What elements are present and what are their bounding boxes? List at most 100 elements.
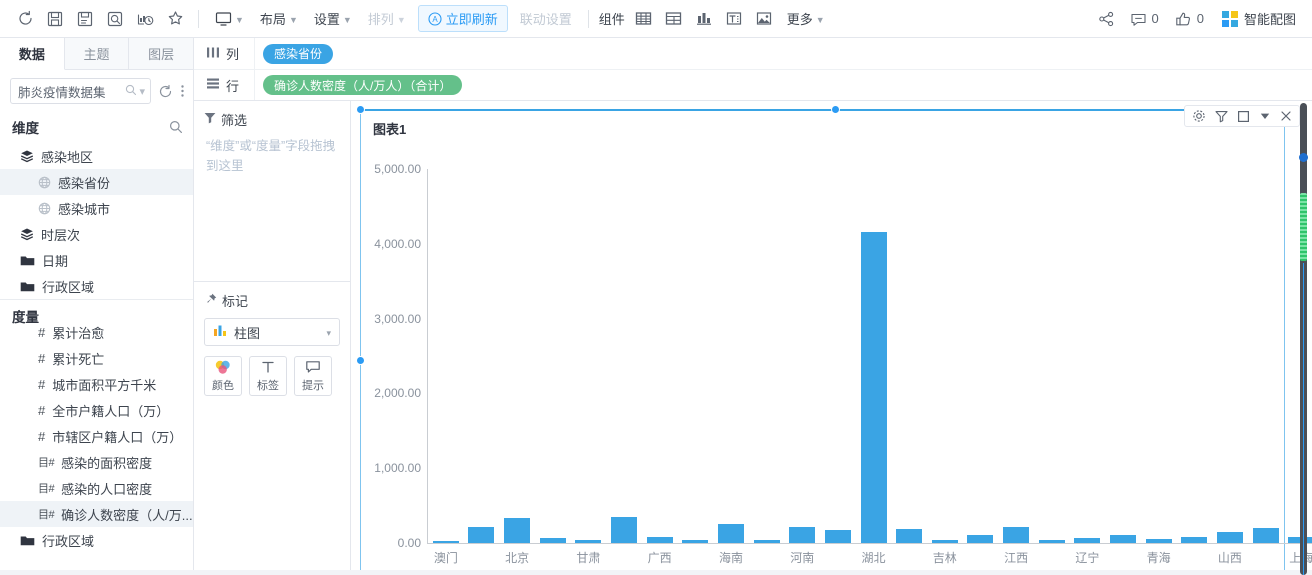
scrollbar-thumb[interactable] (1300, 193, 1307, 261)
filter-funnel-icon[interactable] (1215, 110, 1228, 123)
comment-counter[interactable]: 0 (1122, 11, 1167, 27)
bar-item[interactable] (606, 517, 642, 543)
dimension-item-region[interactable]: 感染地区 (0, 143, 193, 169)
tab-layers[interactable]: 图层 (129, 38, 193, 69)
search-icon[interactable] (169, 120, 183, 134)
bar[interactable] (1253, 528, 1279, 543)
measure-item-district-population[interactable]: # 市辖区户籍人口（万） (0, 423, 193, 449)
row-pill-confirmed-density[interactable]: 确诊人数密度（人/万人）（合计） (263, 75, 462, 95)
bar-item[interactable] (1212, 532, 1248, 543)
save-as-icon[interactable] (70, 6, 100, 32)
bar-item[interactable] (963, 535, 999, 543)
bar-item[interactable] (1248, 528, 1284, 543)
bar[interactable] (825, 530, 851, 543)
measure-item-cured[interactable]: # 累计治愈 (0, 319, 193, 345)
x-axis-tick (1034, 543, 1070, 566)
resize-handle-top-left[interactable] (356, 105, 365, 114)
dimension-item-province[interactable]: 感染省份 (0, 169, 193, 195)
dimension-item-time-hierarchy[interactable]: 时层次 (0, 221, 193, 247)
tab-theme[interactable]: 主题 (65, 38, 130, 69)
measure-item-city-population[interactable]: # 全市户籍人口（万） (0, 397, 193, 423)
image-icon[interactable] (749, 6, 779, 32)
square-icon[interactable] (1237, 110, 1250, 123)
like-counter[interactable]: 0 (1167, 11, 1212, 27)
arrange-menu: 排列 ▼ (360, 6, 414, 31)
chevron-down-icon: ▼ (816, 15, 825, 25)
bar-item[interactable] (1105, 535, 1141, 543)
bar-item[interactable] (499, 518, 535, 543)
text-box-icon[interactable] (719, 6, 749, 32)
x-axis-tick (677, 543, 713, 566)
bar-chart-icon[interactable] (689, 6, 719, 32)
dimension-item-city[interactable]: 感染城市 (0, 195, 193, 221)
folder-icon (20, 254, 35, 267)
bar-item[interactable] (856, 232, 892, 543)
refresh-now-button[interactable]: A 立即刷新 (418, 5, 508, 32)
triangle-down-icon[interactable] (1259, 110, 1271, 122)
x-axis-tick: 澳门 (428, 543, 464, 566)
refresh-circle-icon[interactable] (10, 6, 40, 32)
measure-item-city-area[interactable]: # 城市面积平方千米 (0, 371, 193, 397)
dimension-item-admin-area[interactable]: 行政区域 (0, 273, 193, 299)
gear-icon[interactable] (1192, 109, 1206, 123)
bar-item[interactable] (464, 527, 500, 543)
bar[interactable] (967, 535, 993, 543)
marks-title: 标记 (222, 291, 248, 310)
resize-handle-left-middle[interactable] (356, 356, 365, 365)
mark-type-select[interactable]: 柱图 ▾ (204, 318, 340, 346)
bar[interactable] (504, 518, 530, 543)
smart-layout-label: 智能配图 (1244, 9, 1296, 28)
bar[interactable] (718, 524, 744, 543)
chart-vertical-scrollbar[interactable] (1297, 103, 1310, 575)
more-menu[interactable]: 更多 ▼ (779, 6, 833, 31)
bar-item[interactable] (998, 527, 1034, 543)
history-chart-icon[interactable] (130, 6, 160, 32)
bar[interactable] (1003, 527, 1029, 543)
bar-item[interactable] (891, 529, 927, 543)
scrollbar-handle-dot[interactable] (1299, 153, 1308, 162)
bar-item[interactable] (713, 524, 749, 543)
preview-icon[interactable] (100, 6, 130, 32)
table-icon[interactable] (659, 6, 689, 32)
workspace-column: 列 感染省份 行 确诊人数密度（人/万人）（合计） (194, 38, 1312, 575)
measure-item-admin-area-folder[interactable]: 行政区域 (0, 527, 193, 553)
tab-data[interactable]: 数据 (0, 38, 65, 70)
layout-menu[interactable]: 布局 ▼ (252, 6, 306, 31)
search-icon (125, 84, 137, 99)
data-panel: 数据 主题 图层 肺炎疫情数据集 ▾ (0, 38, 194, 575)
bar-item[interactable] (784, 527, 820, 543)
bar[interactable] (1110, 535, 1136, 543)
favorite-star-icon[interactable] (160, 6, 190, 32)
close-icon[interactable] (1280, 110, 1292, 122)
bar-item[interactable] (820, 530, 856, 543)
resize-handle-top-center[interactable] (831, 105, 840, 114)
measure-item-confirmed-density[interactable]: 目# 确诊人数密度（人/万... (0, 501, 193, 527)
measure-item-population-density[interactable]: 目# 感染的人口密度 (0, 475, 193, 501)
bar[interactable] (789, 527, 815, 543)
dataset-more-icon[interactable] (180, 83, 185, 99)
bar[interactable] (896, 529, 922, 543)
mark-tooltip-button[interactable]: 提示 (294, 356, 332, 396)
work-area: 筛选 “维度”或“度量”字段拖拽到这里 标记 (194, 101, 1312, 575)
bar[interactable] (468, 527, 494, 543)
share-icon[interactable] (1092, 6, 1122, 32)
measure-item-area-density[interactable]: 目# 感染的面积密度 (0, 449, 193, 475)
dimension-item-date[interactable]: 日期 (0, 247, 193, 273)
refresh-dataset-icon[interactable] (158, 84, 173, 99)
screen-size-menu[interactable]: ▼ (207, 8, 252, 30)
smart-layout-button[interactable]: 智能配图 (1212, 9, 1302, 28)
dataset-select[interactable]: 肺炎疫情数据集 ▾ (10, 78, 151, 104)
save-icon[interactable] (40, 6, 70, 32)
pivot-table-icon[interactable] (629, 6, 659, 32)
bar[interactable] (611, 517, 637, 543)
mark-color-button[interactable]: 颜色 (204, 356, 242, 396)
column-pill-province[interactable]: 感染省份 (263, 44, 333, 64)
bar[interactable] (1217, 532, 1243, 543)
mark-label-button[interactable]: 标签 (249, 356, 287, 396)
rows-drop-area[interactable]: 确诊人数密度（人/万人）（合计） (254, 70, 1312, 100)
measure-item-deaths[interactable]: # 累计死亡 (0, 345, 193, 371)
chart-container[interactable]: 图表1 0.001,000.002,000.003,000.004,000.00… (360, 109, 1285, 575)
columns-drop-area[interactable]: 感染省份 (254, 38, 1312, 69)
settings-menu[interactable]: 设置 ▼ (306, 6, 360, 31)
bar[interactable] (861, 232, 887, 543)
